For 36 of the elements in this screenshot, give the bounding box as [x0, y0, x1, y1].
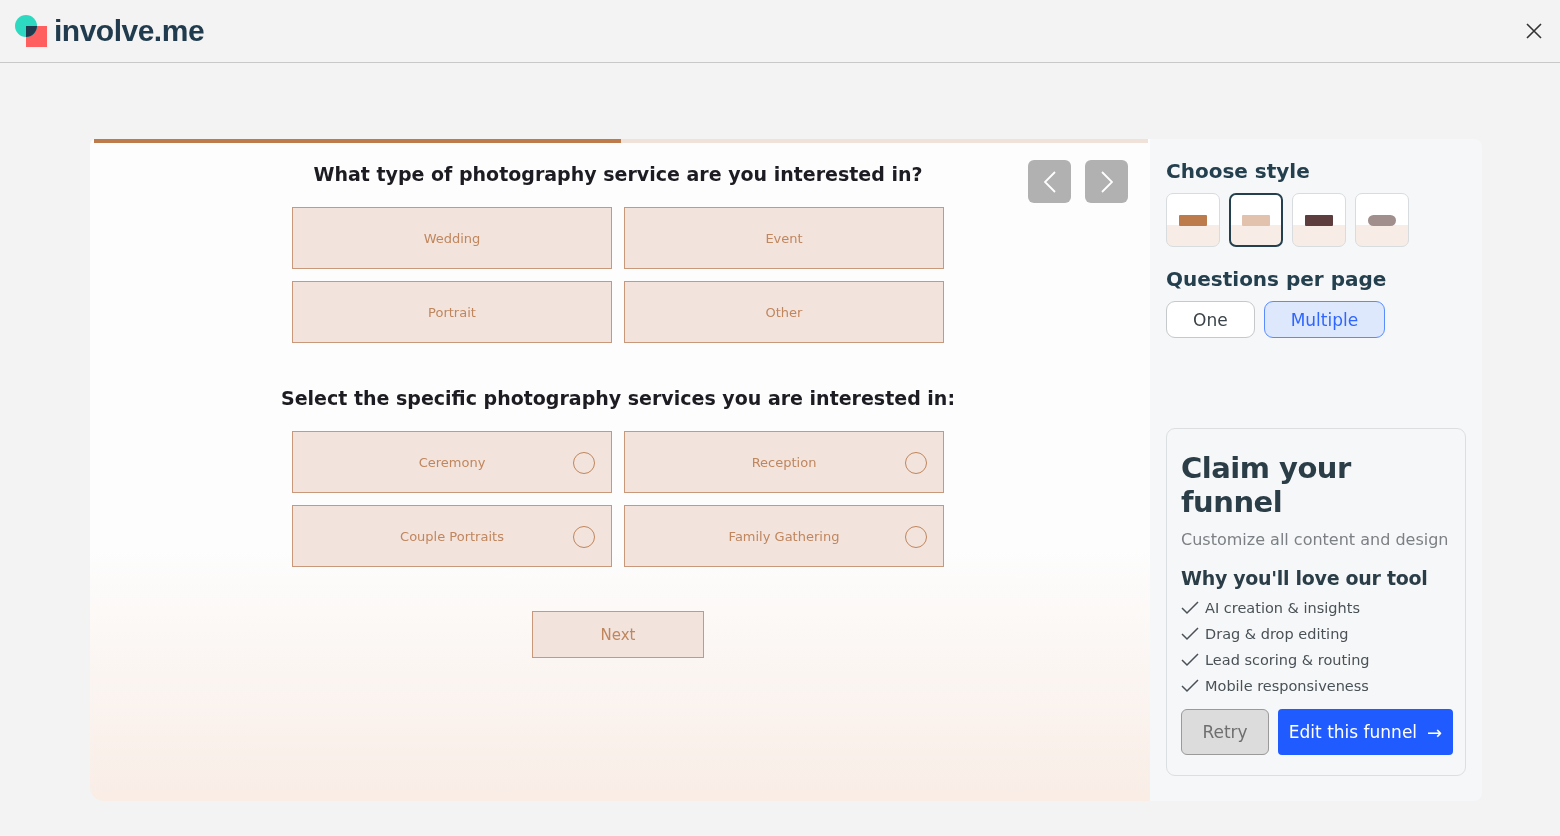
feature-text: Lead scoring & routing — [1205, 652, 1370, 668]
next-button[interactable]: Next — [532, 611, 704, 658]
style-swatch[interactable] — [1229, 193, 1283, 247]
question-title: What type of photography service are you interested in? — [313, 163, 923, 185]
edit-funnel-button[interactable]: Edit this funnel → — [1278, 709, 1453, 755]
answer-option[interactable]: Portrait — [292, 281, 612, 343]
next-arrow-button[interactable] — [1085, 160, 1128, 203]
feature-text: AI creation & insights — [1205, 600, 1360, 616]
check-icon — [1181, 601, 1199, 615]
check-icon — [1181, 627, 1199, 641]
answer-option[interactable]: Other — [624, 281, 944, 343]
feature-text: Mobile responsiveness — [1205, 678, 1369, 694]
check-icon — [1181, 653, 1199, 667]
promo-subtitle: Customize all content and design — [1181, 529, 1450, 551]
promo-heading: Why you'll love our tool — [1181, 567, 1429, 589]
retry-button[interactable]: Retry — [1181, 709, 1269, 755]
section-title: Choose style — [1166, 159, 1311, 183]
option-toggle[interactable]: Multiple — [1263, 301, 1386, 338]
chevron-left-icon — [1043, 170, 1056, 193]
answer-option[interactable]: Event — [624, 207, 944, 269]
option-toggle[interactable]: One — [1166, 301, 1255, 338]
answer-option[interactable]: Couple Portraits — [292, 505, 612, 567]
chevron-right-icon — [1100, 170, 1113, 193]
previous-button[interactable] — [1028, 160, 1071, 203]
logo-text: involve.me — [54, 14, 205, 48]
answer-option[interactable]: Wedding — [292, 207, 612, 269]
promo-title: Claim your funnel — [1181, 451, 1353, 519]
feature-text: Drag & drop editing — [1205, 626, 1349, 642]
question-title: Select the specific photography services you are interested in: — [281, 387, 955, 409]
check-icon — [1181, 679, 1199, 693]
answer-option[interactable]: Ceremony — [292, 431, 612, 493]
section-title: Questions per page — [1166, 267, 1388, 291]
logo-icon — [14, 14, 48, 48]
close-icon — [1526, 23, 1542, 39]
answer-option[interactable]: Family Gathering — [624, 505, 944, 567]
answer-option[interactable]: Reception — [624, 431, 944, 493]
